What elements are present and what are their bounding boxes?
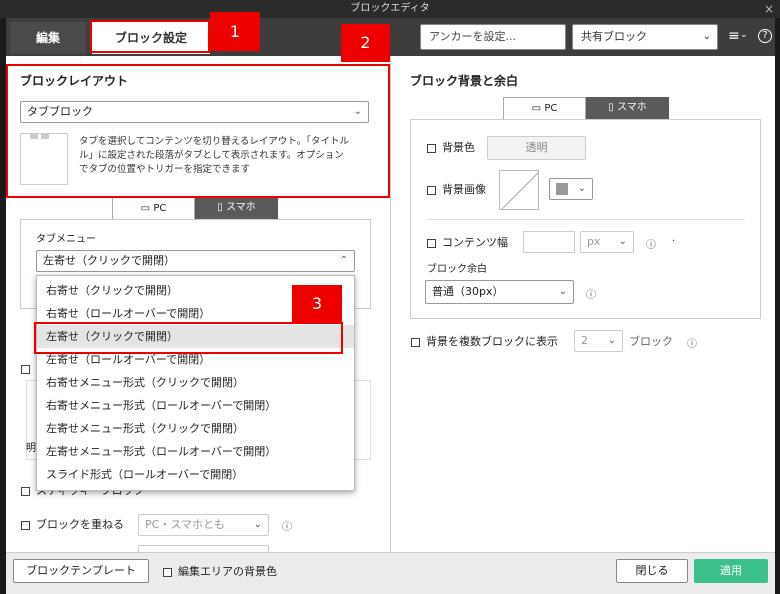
sticky-checkbox[interactable] [21,486,30,496]
bg-image-label: 背景画像 [442,183,486,196]
monitor-icon: ▭ [531,103,542,114]
edit-bg-checkbox[interactable] [163,567,172,577]
stack-checkbox[interactable] [21,520,30,530]
chevron-down-icon: ⌄ [253,519,262,530]
tab-menu-value: 左寄せ（クリックで開閉） [43,254,175,267]
multi-block-row[interactable]: 背景を複数ブロックに表示 [411,335,558,349]
section-divider [427,219,745,220]
monitor-icon: ▭ [140,203,151,214]
window-close-icon[interactable]: × [764,0,774,18]
stack-select[interactable]: PC・スマホとも ⌄ [138,514,269,536]
tab-sp-right[interactable]: ▯ スマホ [586,97,669,119]
hidden-checkbox[interactable] [21,362,36,375]
content-width-unit: px [587,235,601,248]
info-icon[interactable]: ⓘ [586,286,596,301]
chevron-down-icon: ⌄ [558,286,567,297]
highlight-box-1 [90,20,210,53]
stack-row[interactable]: ブロックを重ねる [21,518,124,532]
window-titlebar: ブロックエディタ [0,0,780,18]
apply-button[interactable]: 適用 [694,559,768,583]
tab-pc-left-label: PC [153,203,167,214]
shared-block-select-value: 共有ブロック [581,30,647,43]
bg-image-checkbox[interactable] [427,185,436,195]
content-width-unit-select[interactable]: px ⌄ [580,231,634,253]
highlight-box-3 [34,322,343,354]
hidden-label-fragment: 明 [26,443,36,454]
tab-sp-right-label: スマホ [617,102,647,113]
empty-image-icon [501,172,538,209]
column-divider [390,56,391,552]
close-button[interactable]: 閉じる [616,559,688,583]
bg-image-preview[interactable] [499,170,539,210]
highlight-box-2 [6,64,390,198]
chevron-down-icon: ⌄ [702,31,711,42]
tab-pc-left[interactable]: ▭ PC [112,197,195,219]
tab-menu-label: タブメニュー [36,234,96,245]
content-width-row[interactable]: コンテンツ幅 [427,236,508,250]
menu-chevron-icon: ⌄ [740,30,748,40]
tab-pc-right-label: PC [544,103,558,114]
dropdown-option[interactable]: スライド形式（ロールオーバーで開閉） [37,463,354,486]
pattern-icon [556,183,568,195]
dropdown-option[interactable]: 右寄せメニュー形式（ロールオーバーで開閉） [37,394,354,417]
help-icon[interactable]: ? [758,29,772,43]
tab-pc-right[interactable]: ▭ PC [503,97,586,119]
content-width-label: コンテンツ幅 [442,236,508,249]
menu-icon[interactable]: ≡ [728,28,740,44]
annotation-badge-3: 3 [292,285,342,322]
multi-block-count: 2 [581,334,588,347]
phone-icon: ▯ [608,102,614,113]
multi-block-unit: ブロック [629,335,673,348]
stack-label: ブロックを重ねる [36,518,124,531]
multi-block-count-select[interactable]: 2 ⌄ [574,330,623,352]
info-icon[interactable]: ⓘ [282,518,292,533]
dropdown-option[interactable]: 左寄せメニュー形式（ロールオーバーで開閉） [37,440,354,463]
bg-image-row[interactable]: 背景画像 [427,183,486,197]
bg-color-picker[interactable]: 透明 [487,136,586,160]
phone-icon: ▯ [217,202,223,213]
edit-bg-row[interactable]: 編集エリアの背景色 [163,565,277,579]
bg-color-row[interactable]: 背景色 [427,141,475,155]
block-margin-select[interactable]: 普通（30px） ⌄ [425,280,574,304]
info-icon[interactable]: ⓘ [687,335,697,350]
multi-block-label: 背景を複数ブロックに表示 [426,335,558,348]
content-width-checkbox[interactable] [427,238,436,248]
tab-edit[interactable]: 編集 [10,22,86,54]
bg-color-checkbox[interactable] [427,143,436,153]
shared-block-select[interactable]: 共有ブロック ⌄ [572,24,718,50]
tab-menu-select[interactable]: 左寄せ（クリックで開閉） ⌃ [36,250,355,272]
block-bg-title: ブロック背景と余白 [410,74,519,88]
window-title: ブロックエディタ [350,3,430,14]
edit-bg-label: 編集エリアの背景色 [178,565,277,578]
checkbox[interactable] [21,364,30,374]
dropdown-option[interactable]: 左寄せメニュー形式（クリックで開閉） [37,417,354,440]
tab-sp-left-label: スマホ [226,202,256,213]
chevron-down-icon: ⌄ [618,236,627,247]
block-margin-label: ブロック余白 [427,264,487,275]
stack-select-value: PC・スマホとも [145,518,225,531]
multi-block-checkbox[interactable] [411,337,420,347]
annotation-badge-1: 1 [210,12,260,51]
bg-image-pattern-select[interactable]: ⌄ [549,178,593,200]
chevron-down-icon: ⌄ [607,335,616,346]
block-margin-value: 普通（30px） [432,285,504,298]
chevron-up-icon: ⌃ [339,255,348,266]
dot-marker: · [672,236,676,247]
tab-sp-left[interactable]: ▯ スマホ [195,197,278,219]
bg-color-label: 背景色 [442,141,475,154]
info-icon[interactable]: ⓘ [646,236,656,251]
chevron-down-icon: ⌄ [577,183,586,194]
dropdown-option[interactable]: 右寄せメニュー形式（クリックで開閉） [37,371,354,394]
anchor-input[interactable]: アンカーを設定... [420,24,566,50]
content-width-input[interactable] [523,231,575,253]
annotation-badge-2: 2 [341,24,390,62]
block-template-button[interactable]: ブロックテンプレート [13,559,149,583]
